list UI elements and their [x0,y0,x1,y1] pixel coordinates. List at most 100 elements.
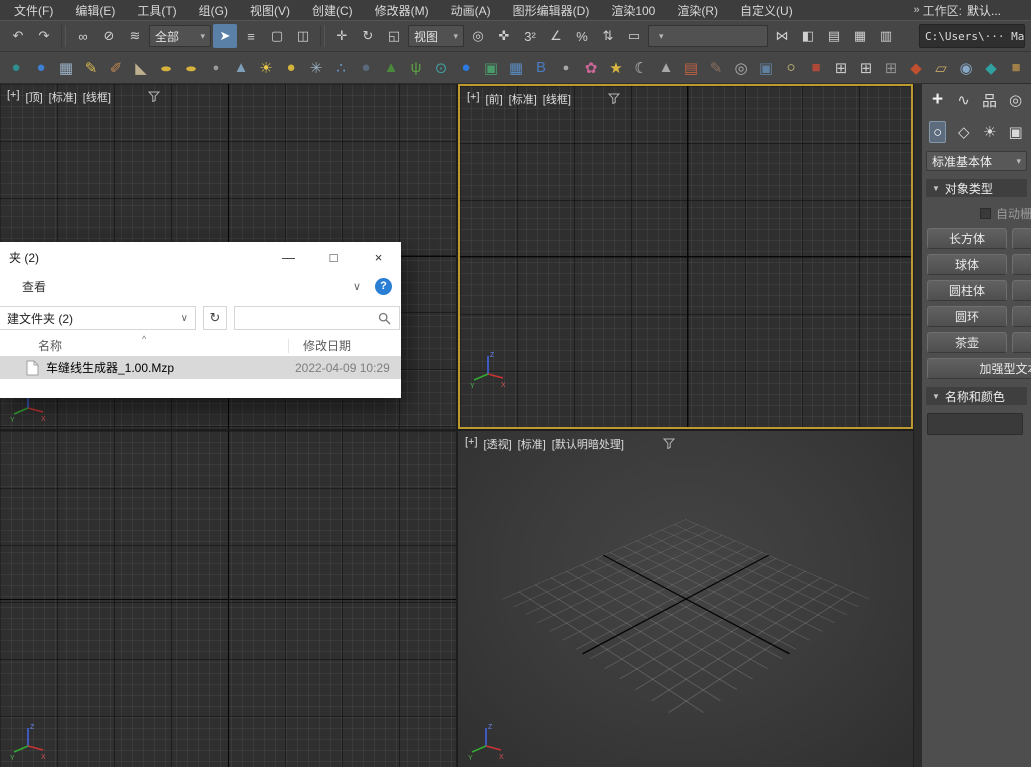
grass-icon[interactable]: ψ [404,55,428,81]
geometry-tab-icon[interactable]: ○ [929,121,946,143]
box-button[interactable]: 长方体 [927,228,1007,249]
viewport-label-segment[interactable]: [线框] [543,91,571,107]
viewport-label-segment[interactable]: [前] [486,91,503,107]
percent-snap-icon[interactable]: % [570,24,594,48]
cube-brown-icon[interactable]: ■ [1004,55,1028,81]
mirror-icon[interactable]: ⋈ [770,24,794,48]
object-type-button-clipped[interactable] [1012,332,1031,353]
sun-icon[interactable]: ☀ [254,55,278,81]
column-header-name[interactable]: 名称 [38,337,62,354]
selection-filter-dropdown[interactable]: 全部 [149,25,211,47]
select-and-rotate-icon[interactable]: ↻ [356,24,380,48]
cameras-tab-icon[interactable]: ▣ [1007,121,1024,143]
panel-divider[interactable] [913,84,922,767]
ring-icon[interactable]: ◎ [729,55,753,81]
rectangular-selection-region-icon[interactable]: ▢ [265,24,289,48]
close-button[interactable]: × [356,242,401,272]
sphere-blue-icon[interactable]: ● [29,55,53,81]
toggle-ribbon-icon[interactable]: ▥ [874,24,898,48]
object-type-button-clipped[interactable] [1012,228,1031,249]
viewport-label-segment[interactable]: [标准] [49,89,77,105]
cubes-icon[interactable]: ▱ [929,55,953,81]
search-input[interactable] [234,306,400,330]
menu-item[interactable]: 修改器(M) [375,2,429,19]
viewport-label-segment[interactable]: [标准] [518,436,546,452]
dotted-circle-icon[interactable]: ⊙ [429,55,453,81]
snowflake-icon[interactable]: ✳ [304,55,328,81]
teapot-button[interactable]: 茶壶 [927,332,1007,353]
viewport-label-segment[interactable]: [+] [465,436,478,452]
reference-coordinate-dropdown[interactable]: 视图 [408,25,464,47]
ovals-yellow2-icon[interactable]: ● [173,58,209,78]
monitor-green-icon[interactable]: ▣ [479,55,503,81]
menu-item[interactable]: 图形编辑器(D) [513,2,590,19]
sphere-teal-icon[interactable]: ● [4,55,28,81]
tree-icon[interactable]: ▲ [379,55,403,81]
sphere-light-icon[interactable]: ● [554,55,578,81]
viewport-label-segment[interactable]: [默认明暗处理] [552,436,624,452]
explorer-title-bar[interactable]: 夹 (2) — □ × [0,242,401,272]
menu-item[interactable]: 编辑(E) [75,2,115,19]
select-and-link-icon[interactable]: ∞ [71,24,95,48]
viewport-label-segment[interactable]: [+] [467,91,480,107]
select-by-name-icon[interactable]: ≡ [239,24,263,48]
viewport-perspective[interactable]: [+][透视][标准][默认明暗处理] Z X Y [458,431,913,767]
per-view-filter-icon[interactable] [608,93,620,104]
menu-item[interactable]: 渲染(R) [677,2,718,19]
cone-blue-icon[interactable]: ▲ [229,55,253,81]
menu-item[interactable]: 渲染100 [611,2,655,19]
grid-dark-icon[interactable]: ⊞ [879,55,903,81]
project-path-box[interactable]: C:\Users\··· Max [919,24,1025,48]
moon-icon[interactable]: ☾ [629,55,653,81]
ribbon-collapse-icon[interactable]: ∨ [353,280,361,293]
address-dropdown[interactable]: 建文件夹 (2) ∨ [0,306,196,330]
align-icon[interactable]: ◧ [796,24,820,48]
named-selection-sets-dropdown[interactable] [648,25,768,47]
menu-item[interactable]: 自定义(U) [740,2,793,19]
wedge-red-icon[interactable]: ◆ [904,55,928,81]
letter-b-icon[interactable]: B [529,55,553,81]
brush-icon[interactable]: ✐ [104,55,128,81]
menu-item[interactable]: 视图(V) [250,2,290,19]
sphere-button[interactable]: 球体 [927,254,1007,275]
toggle-scene-explorer-icon[interactable]: ▤ [822,24,846,48]
menu-item[interactable]: 创建(C) [312,2,353,19]
pen-dark-icon[interactable]: ✎ [704,55,728,81]
select-and-scale-icon[interactable]: ◱ [382,24,406,48]
ribbon-tab-view[interactable]: 查看 [22,278,46,295]
edit-named-selection-sets-icon[interactable]: ▭ [622,24,646,48]
eye-icon[interactable]: ◉ [954,55,978,81]
sphere-yellow-icon[interactable]: ● [279,55,303,81]
image-icon[interactable]: ▦ [54,55,78,81]
viewport-label-segment[interactable]: [标准] [509,91,537,107]
hierarchy-tab-icon[interactable]: 品 [981,89,998,111]
sphere-dark-icon[interactable]: ● [354,55,378,81]
minimize-button[interactable]: — [266,242,311,272]
undo-icon[interactable]: ↶ [6,24,30,48]
particles-icon[interactable]: ∴ [329,55,353,81]
select-and-move-icon[interactable]: ✛ [330,24,354,48]
menu-item[interactable]: 工具(T) [137,2,176,19]
shapes-tab-icon[interactable]: ◇ [955,121,972,143]
star-icon[interactable]: ★ [604,55,628,81]
per-view-filter-icon[interactable] [148,91,160,102]
object-type-button-clipped[interactable] [1012,306,1031,327]
object-type-button-clipped[interactable] [1012,254,1031,275]
per-view-filter-icon[interactable] [663,438,675,449]
separator[interactable] [320,25,325,47]
lights-tab-icon[interactable]: ☀ [981,121,998,143]
monitor-blue-icon[interactable]: ▣ [754,55,778,81]
menu-item[interactable]: 文件(F) [14,2,53,19]
bind-to-space-warp-icon[interactable]: ≋ [123,24,147,48]
snaps-toggle-icon[interactable]: 3² [518,24,542,48]
menu-item[interactable]: 动画(A) [451,2,491,19]
create-tab-icon[interactable]: + [929,89,946,111]
viewport-label-segment[interactable]: [线框] [83,89,111,105]
use-pivot-point-center-icon[interactable]: ◎ [466,24,490,48]
viewport-label-segment[interactable]: [+] [7,89,20,105]
primitive-category-dropdown[interactable]: 标准基本体 [926,151,1027,171]
name-color-rollout[interactable]: ▼ 名称和颜色 [926,387,1027,405]
viewport-label-segment[interactable]: [透视] [484,436,512,452]
modify-tab-icon[interactable]: ∿ [955,89,972,111]
object-type-rollout[interactable]: ▼ 对象类型 [926,179,1027,197]
